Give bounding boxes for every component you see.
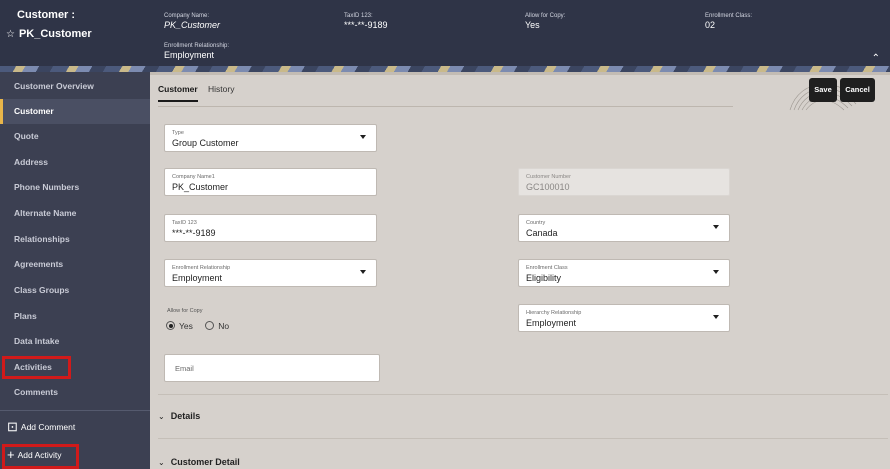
add-activity-label: Add Activity xyxy=(17,450,62,460)
company-name-field[interactable]: Company Name1 PK_Customer xyxy=(164,168,377,196)
chevron-down-icon xyxy=(360,270,366,274)
taxid-value: ***-**-9189 xyxy=(172,228,216,238)
sidebar-item-address[interactable]: Address xyxy=(0,150,150,175)
enrollment-relationship-value: Employment xyxy=(172,273,223,283)
country-select[interactable]: Country Canada xyxy=(518,214,730,242)
sidebar-item-quote[interactable]: Quote xyxy=(0,124,150,149)
country-value: Canada xyxy=(526,228,558,238)
add-comment-icon: ⊡ xyxy=(7,419,18,434)
sidebar-item-agreements[interactable]: Agreements xyxy=(0,252,150,277)
radio-option-yes[interactable]: Yes xyxy=(166,321,193,331)
section-divider xyxy=(158,438,888,439)
company-name-value: PK_Customer xyxy=(172,182,229,192)
sidebar-item-activities[interactable]: Activities xyxy=(0,355,150,380)
taxid-field[interactable]: TaxID 123 ***-**-9189 xyxy=(164,214,377,242)
favorite-star-icon[interactable]: ☆ xyxy=(6,29,15,40)
sidebar-item-phone-numbers[interactable]: Phone Numbers xyxy=(0,175,150,200)
header-field-value: Employment xyxy=(164,50,215,60)
sidebar-item-alternate-name[interactable]: Alternate Name xyxy=(0,201,150,226)
sidebar-divider xyxy=(0,410,150,411)
enrollment-class-label: Enrollment Class xyxy=(526,265,568,271)
header-field-value: ***-**-9189 xyxy=(344,20,388,30)
header-field-value: PK_Customer xyxy=(164,20,221,30)
customer-number-label: Customer Number xyxy=(526,174,571,180)
header-field-value: Yes xyxy=(525,20,540,30)
chevron-down-icon xyxy=(360,135,366,139)
sidebar-item-customer-overview[interactable]: Customer Overview xyxy=(0,74,150,99)
plus-icon: + xyxy=(7,447,15,462)
header-field-label: Enrollment Relationship: xyxy=(164,43,230,49)
tab-history[interactable]: History xyxy=(208,82,234,96)
radio-selected-icon xyxy=(166,321,175,330)
sidebar: Customer Overview Customer Quote Address… xyxy=(0,72,150,469)
header-field-label: TaxID 123: xyxy=(344,13,373,19)
add-comment-button[interactable]: ⊡ Add Comment xyxy=(7,419,75,435)
allow-for-copy-label: Allow for Copy xyxy=(167,308,203,314)
chevron-down-icon xyxy=(713,270,719,274)
chevron-down-icon xyxy=(713,315,719,319)
add-comment-label: Add Comment xyxy=(20,422,76,432)
header-customer-name-text: PK_Customer xyxy=(18,28,92,40)
customer-detail-section-title: Customer Detail xyxy=(170,457,240,467)
radio-option-no[interactable]: No xyxy=(205,321,229,331)
customer-number-field: Customer Number GC100010 xyxy=(518,168,730,196)
header-field-value: 02 xyxy=(705,20,716,30)
customer-number-value: GC100010 xyxy=(526,182,570,192)
hierarchy-relationship-value: Employment xyxy=(526,318,577,328)
enrollment-class-select[interactable]: Enrollment Class Eligibility xyxy=(518,259,730,287)
chevron-down-icon: ⌄ xyxy=(158,412,165,421)
collapse-header-chevron-up-icon[interactable]: ⌃ xyxy=(872,53,880,64)
header-field-company-name: Company Name: PK_Customer xyxy=(164,12,220,31)
details-section-title: Details xyxy=(170,411,201,421)
type-value: Group Customer xyxy=(172,138,239,148)
sidebar-item-comments[interactable]: Comments xyxy=(0,380,150,405)
tabs-divider xyxy=(158,106,733,107)
sidebar-item-plans[interactable]: Plans xyxy=(0,304,150,329)
company-name-label: Company Name1 xyxy=(172,174,215,180)
radio-unselected-icon xyxy=(205,321,215,330)
type-select[interactable]: Type Group Customer xyxy=(164,124,377,152)
sidebar-item-relationships[interactable]: Relationships xyxy=(0,227,150,252)
header-field-enrollment-relationship: Enrollment Relationship: Employment xyxy=(164,42,229,61)
chevron-down-icon: ⌄ xyxy=(158,458,165,467)
country-label: Country xyxy=(526,220,546,226)
email-placeholder: Email xyxy=(175,364,194,373)
email-field[interactable]: Email xyxy=(164,354,380,382)
header-field-label: Allow for Copy: xyxy=(525,13,566,19)
sidebar-item-class-groups[interactable]: Class Groups xyxy=(0,278,150,303)
header-field-taxid: TaxID 123: ***-**-9189 xyxy=(344,12,388,31)
header-customer-identity: Customer : ☆ PK_Customer xyxy=(0,0,150,70)
radio-yes-label: Yes xyxy=(179,321,193,331)
enrollment-relationship-label: Enrollment Relationship xyxy=(172,265,231,271)
section-divider xyxy=(158,394,888,395)
radio-no-label: No xyxy=(218,321,230,331)
header-field-allow-for-copy: Allow for Copy: Yes xyxy=(525,12,565,31)
customer-header: Customer : ☆ PK_Customer Company Name: PK… xyxy=(0,0,890,70)
tab-customer[interactable]: Customer xyxy=(158,82,198,102)
type-label: Type xyxy=(172,130,184,136)
enrollment-class-value: Eligibility xyxy=(526,273,562,283)
sidebar-item-customer[interactable]: Customer xyxy=(0,99,150,124)
chevron-down-icon xyxy=(713,225,719,229)
enrollment-relationship-select[interactable]: Enrollment Relationship Employment xyxy=(164,259,377,287)
hierarchy-relationship-select[interactable]: Hierarchy Relationship Employment xyxy=(518,304,730,332)
header-field-label: Enrollment Class: xyxy=(705,13,753,19)
header-field-label: Company Name: xyxy=(164,13,210,19)
details-section-toggle[interactable]: ⌄ Details xyxy=(158,411,200,421)
header-customer-label: Customer : xyxy=(17,9,76,21)
header-field-enrollment-class: Enrollment Class: 02 xyxy=(705,12,752,31)
cancel-button[interactable]: Cancel xyxy=(840,78,875,102)
header-customer-name[interactable]: ☆ PK_Customer xyxy=(6,28,92,40)
allow-for-copy-radio-group: Yes No xyxy=(166,321,229,331)
add-activity-button[interactable]: + Add Activity xyxy=(7,447,62,462)
taxid-label: TaxID 123 xyxy=(172,220,197,226)
top-strip xyxy=(150,72,890,75)
sidebar-item-data-intake[interactable]: Data Intake xyxy=(0,329,150,354)
main-content: Customer History Save Cancel Type Group … xyxy=(150,72,890,469)
hierarchy-relationship-label: Hierarchy Relationship xyxy=(526,310,582,316)
customer-detail-section-toggle[interactable]: ⌄ Customer Detail xyxy=(158,457,240,467)
save-button[interactable]: Save xyxy=(809,78,837,102)
